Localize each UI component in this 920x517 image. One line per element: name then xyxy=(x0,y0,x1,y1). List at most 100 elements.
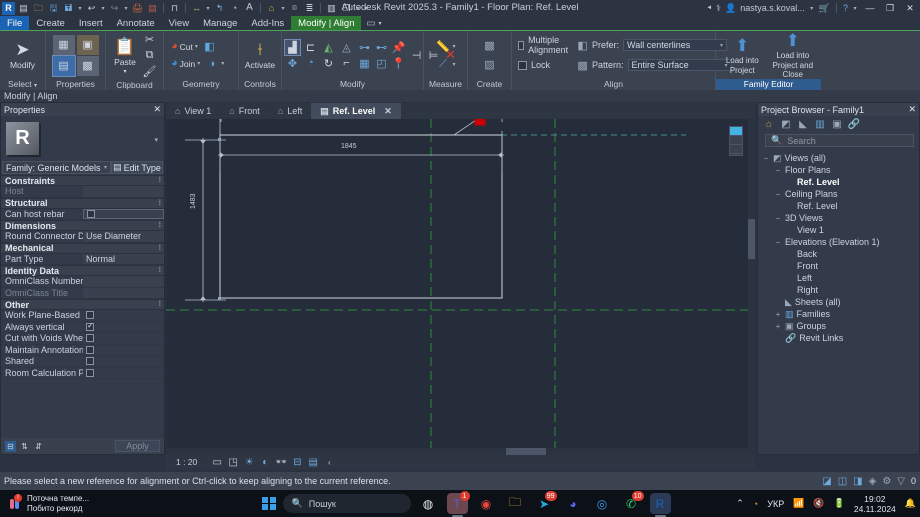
properties-row-checkbox[interactable] xyxy=(86,334,94,343)
multiple-alignment-checkbox-row[interactable]: Multiple Alignment xyxy=(518,35,571,55)
join-geometry-button[interactable]: ◕ Join ▾ xyxy=(169,56,202,71)
tree-node-ref-level[interactable]: Ref. Level xyxy=(758,200,919,212)
view-cube-mini[interactable] xyxy=(729,126,743,156)
tree-node-back[interactable]: Back xyxy=(758,248,919,260)
properties-row-value[interactable] xyxy=(83,368,164,379)
shadows-icon[interactable]: ◐ xyxy=(259,456,271,468)
mirror-pick-axis-icon[interactable]: ◭ xyxy=(321,40,336,55)
autodesk-store-icon[interactable]: 🛒 xyxy=(819,3,830,14)
properties-row[interactable]: Cut with Voids When L... xyxy=(1,333,164,345)
ribbon-tab-create[interactable]: Create xyxy=(29,16,72,30)
language-indicator[interactable]: УКР xyxy=(767,499,784,509)
taskbar-search-box[interactable]: 🔍 Пошук xyxy=(282,494,411,513)
search-help-icon[interactable]: ⚕ xyxy=(716,3,721,14)
properties-row[interactable]: Maintain Annotation ... xyxy=(1,345,164,356)
copilot-icon[interactable]: ◍ xyxy=(418,493,439,514)
collapse-icon[interactable]: − xyxy=(774,190,782,199)
edge-icon[interactable]: ◎ xyxy=(592,493,613,514)
save-as-icon[interactable]: 🖬 xyxy=(62,2,75,15)
expand-icon[interactable]: + xyxy=(774,310,782,319)
collapse-icon[interactable]: − xyxy=(774,214,782,223)
tree-node-elevations-elevation-1[interactable]: − Elevations (Elevation 1) xyxy=(758,236,919,248)
type-properties-tile-icon[interactable]: ▤ xyxy=(51,54,76,77)
filter-icon[interactable]: ▽ xyxy=(897,476,905,487)
section-icon[interactable]: ⌾ xyxy=(288,2,301,15)
view-tab-front[interactable]: ⌂ Front xyxy=(220,103,268,119)
activate-dimensions-button[interactable]: ⟊ Activate xyxy=(242,33,278,78)
copy-icon[interactable]: ⧉ xyxy=(142,48,157,63)
properties-row-checkbox[interactable] xyxy=(87,209,95,218)
tree-node-families[interactable]: + ▥ Families xyxy=(758,308,919,320)
collapse-icon[interactable]: − xyxy=(774,166,782,175)
unpin-icon[interactable]: 📍 xyxy=(391,56,406,71)
ribbon-display-options[interactable]: ▭ ▾ xyxy=(361,16,386,30)
measure-ruler-icon[interactable]: 📏 xyxy=(435,39,450,54)
cut-geometry-button[interactable]: ◕ Cut ▾ xyxy=(169,39,200,54)
open-icon[interactable]: 🗀 xyxy=(32,2,45,15)
links-icon[interactable]: 🔗 xyxy=(848,118,860,130)
load-into-project-and-close-button[interactable]: ⬆ Load into Project and Close xyxy=(768,31,818,79)
whatsapp-icon[interactable]: ✆ 10 xyxy=(621,491,644,514)
properties-row-value[interactable] xyxy=(83,276,164,287)
load-into-project-button[interactable]: ⬆ Load into Project xyxy=(719,33,766,78)
account-chevron-icon[interactable]: ▾ xyxy=(809,5,815,12)
align-dimension-icon[interactable]: ⊓ xyxy=(168,2,181,15)
measure-icon[interactable]: ▤ xyxy=(146,2,159,15)
view-cube-face-3[interactable] xyxy=(730,145,742,154)
visual-style-icon[interactable]: ◳ xyxy=(227,456,239,468)
infocenter-collapse-icon[interactable]: ◄ xyxy=(706,5,712,11)
properties-sort-az-icon[interactable]: ⇅ xyxy=(19,441,30,452)
wifi-icon[interactable]: 📶 xyxy=(793,498,804,509)
paint-icon[interactable]: ◔ xyxy=(228,2,241,15)
families-icon[interactable]: ▥ xyxy=(814,118,826,130)
revit-icon[interactable]: R xyxy=(649,493,671,517)
tree-node-revit-links[interactable]: 🔗 Revit Links xyxy=(758,332,919,344)
paste-button[interactable]: 📋 Paste ▾ xyxy=(112,33,138,78)
properties-row-value[interactable]: Use Diameter xyxy=(83,231,164,242)
ribbon-tab-view[interactable]: View xyxy=(162,16,196,30)
print-icon[interactable]: 🖨 xyxy=(131,2,144,15)
telegram-icon[interactable]: ➤ 99 xyxy=(534,491,557,514)
discord-icon[interactable]: ◕ xyxy=(563,493,584,514)
drawing-canvas[interactable]: 1845 1483 xyxy=(166,119,755,455)
worksets-icon[interactable]: ◪ xyxy=(822,476,831,487)
sheets-icon[interactable]: ◣ xyxy=(797,118,809,130)
tree-node-3d-views[interactable]: −3D Views xyxy=(758,212,919,224)
array-icon[interactable]: ▦ xyxy=(357,56,372,71)
view-tab-left[interactable]: ⌂ Left xyxy=(269,103,311,119)
ribbon-panel-select-label[interactable]: Select ▾ xyxy=(0,79,45,90)
text-icon[interactable]: A xyxy=(243,2,256,15)
view-tab-close-icon[interactable]: ✕ xyxy=(384,106,392,117)
expand-icon[interactable]: + xyxy=(774,322,782,331)
tree-node-groups[interactable]: + ▣ Groups xyxy=(758,320,919,332)
match-type-icon[interactable]: 🖌 xyxy=(142,64,157,79)
maximize-button[interactable]: ❐ xyxy=(882,0,898,16)
help-chevron-icon[interactable]: ▾ xyxy=(852,5,858,12)
properties-row[interactable]: Work Plane-Based xyxy=(1,310,164,322)
view-cube-face-1[interactable] xyxy=(730,127,742,136)
family-types-tile-icon[interactable]: ▩ xyxy=(76,55,99,76)
properties-row-checkbox[interactable] xyxy=(86,345,94,354)
start-button-icon[interactable] xyxy=(262,496,276,511)
undo-chevron-icon[interactable]: ▾ xyxy=(100,5,106,12)
properties-row-value[interactable] xyxy=(83,287,164,298)
create-similar-icon[interactable]: ▨ xyxy=(480,57,500,73)
tree-node-left[interactable]: Left xyxy=(758,272,919,284)
properties-row-value[interactable] xyxy=(83,186,164,197)
minimize-button[interactable]: — xyxy=(862,0,878,16)
measure-chevron-down-icon[interactable]: ▾ xyxy=(452,43,455,50)
taskbar-weather-widget[interactable]: ! Поточна темпе... Побито рекорд xyxy=(0,493,160,514)
apply-button[interactable]: Apply xyxy=(115,440,160,452)
crop-view-icon[interactable]: ⊟ xyxy=(291,456,303,468)
default-3d-chevron-icon[interactable]: ▾ xyxy=(280,5,286,12)
view-cube-face-2[interactable] xyxy=(730,136,742,145)
ribbon-tab-modify-align[interactable]: Modify | Align xyxy=(291,16,362,30)
tag-icon[interactable]: ↰ xyxy=(213,2,226,15)
properties-row-value[interactable] xyxy=(83,310,164,321)
view-control-more-icon[interactable]: ‹ xyxy=(323,456,335,468)
tree-node-right[interactable]: Right xyxy=(758,284,919,296)
tree-node-ceiling-plans[interactable]: − Ceiling Plans xyxy=(758,188,919,200)
design-options-icon[interactable]: ◫ xyxy=(838,476,847,487)
copy-tool-icon[interactable]: ◔ xyxy=(303,56,318,71)
home-icon[interactable]: ⌂ xyxy=(763,118,775,130)
